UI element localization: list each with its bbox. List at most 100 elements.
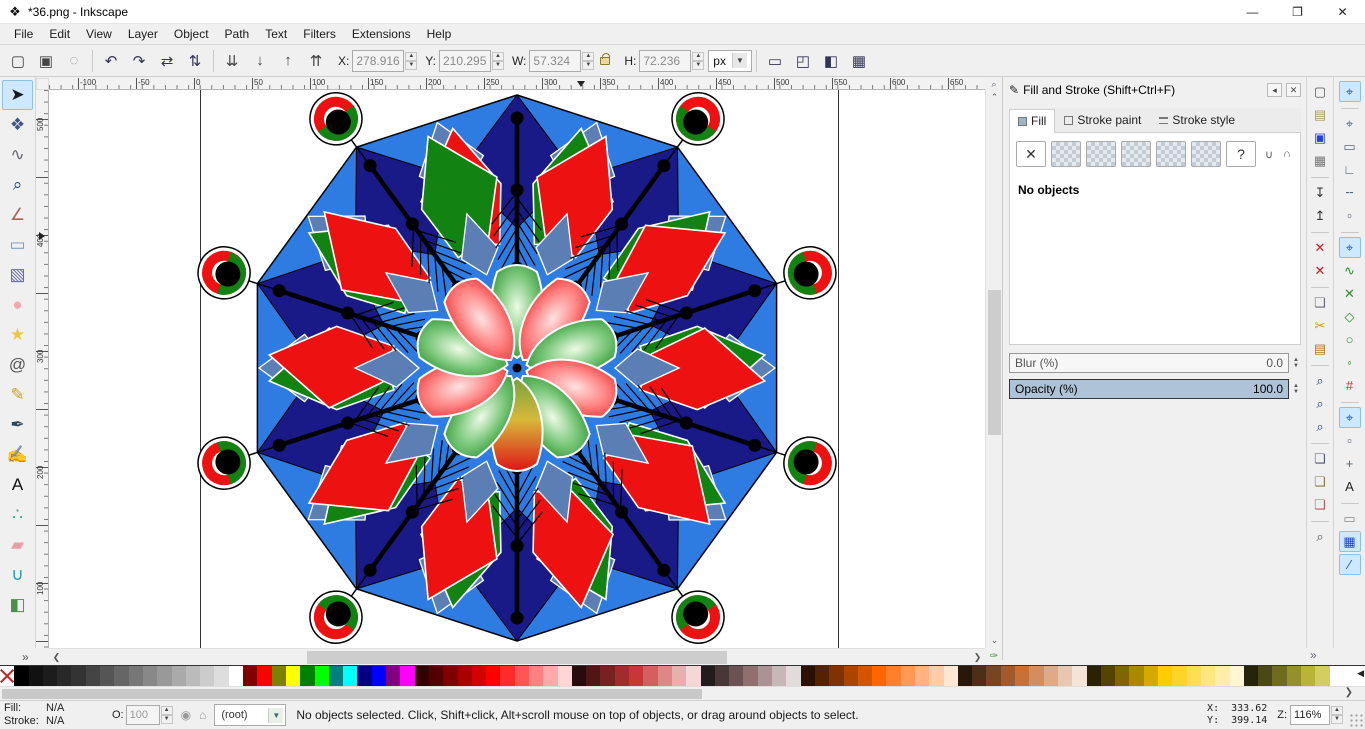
layer-lock-icon[interactable]: ⌂ <box>199 708 206 722</box>
tool-ellipse-button[interactable]: ● <box>2 290 33 320</box>
tool-bezier-pen-button[interactable]: ✒ <box>2 410 33 440</box>
palette-swatch[interactable] <box>157 666 172 686</box>
tool-gradient-button[interactable]: ◧ <box>2 590 33 620</box>
menu-item[interactable]: File <box>6 25 41 43</box>
paint-flat-color[interactable] <box>1051 141 1081 167</box>
menu-item[interactable]: Object <box>166 25 217 43</box>
paint-unknown-paint[interactable]: ? <box>1226 141 1256 167</box>
palette-swatch[interactable] <box>0 666 15 686</box>
vertical-ruler[interactable]: 500 400 300 200 100 <box>36 90 49 648</box>
palette-swatch[interactable] <box>228 666 244 686</box>
vertical-scroll-thumb[interactable] <box>988 290 1001 435</box>
palette-swatch[interactable] <box>800 666 815 686</box>
palette-swatch[interactable] <box>543 666 558 686</box>
horizontal-ruler[interactable]: -100 -50 0 50 100 150 200 250 300 350 400 450 500 550… <box>49 78 985 90</box>
fill-value[interactable]: N/A <box>46 702 98 715</box>
palette-swatch[interactable] <box>1043 666 1058 686</box>
palette-swatch[interactable] <box>1072 666 1087 686</box>
toolbar-flip-vertical[interactable]: ⇅ <box>182 48 208 74</box>
palette-swatch[interactable] <box>829 666 844 686</box>
canvas[interactable] <box>49 90 985 648</box>
snap-button[interactable] <box>1340 402 1359 403</box>
paint-linear-gradient[interactable] <box>1086 141 1116 167</box>
cmd-create-clone[interactable]: ❏ <box>1309 471 1331 492</box>
palette-swatch[interactable] <box>686 666 701 686</box>
palette-swatch[interactable] <box>471 666 487 686</box>
x-field[interactable] <box>352 49 405 72</box>
menu-item[interactable]: Edit <box>41 25 78 43</box>
palette-swatch[interactable] <box>1301 666 1316 686</box>
color-managed-view-icon[interactable]: ✑ <box>986 650 1002 664</box>
palette-swatch[interactable] <box>1115 666 1130 686</box>
tab-stroke-paint[interactable]: Stroke paint <box>1055 108 1150 132</box>
palette-swatch[interactable] <box>1286 666 1302 686</box>
layer-select[interactable]: (root) ▼ <box>214 704 287 726</box>
snap-bbox-centers[interactable]: ▫ <box>1339 205 1361 226</box>
palette-swatch[interactable] <box>857 666 873 686</box>
menu-item[interactable]: Extensions <box>344 25 419 43</box>
palette-swatch[interactable] <box>514 666 529 686</box>
paint-pattern[interactable] <box>1156 141 1186 167</box>
cmd-redo[interactable]: ✕ <box>1309 260 1331 281</box>
palette-swatch[interactable] <box>714 666 730 686</box>
paint-swatch[interactable] <box>1191 141 1221 167</box>
cmd-copy[interactable]: ❏ <box>1309 292 1331 313</box>
cmd-import[interactable]: ↧ <box>1309 182 1331 203</box>
menu-item[interactable]: Filters <box>295 25 344 43</box>
palette-swatch[interactable] <box>185 666 201 686</box>
palette-swatch[interactable] <box>57 666 72 686</box>
palette-swatch[interactable] <box>457 666 472 686</box>
palette-swatch[interactable] <box>586 666 601 686</box>
palette-swatch[interactable] <box>257 666 272 686</box>
palette-swatch[interactable] <box>428 666 444 686</box>
opacity-spinner[interactable]: ▲ ▼ <box>1291 383 1301 395</box>
horizontal-scrollbar[interactable]: ❮ ❯ <box>49 648 985 665</box>
scroll-up-arrow[interactable]: ⌃ <box>986 90 1003 105</box>
tab-stroke-style[interactable]: Stroke style <box>1150 108 1244 132</box>
snap-bbox-edge-midpoints[interactable]: ╌ <box>1339 182 1361 203</box>
h-field[interactable] <box>639 49 692 72</box>
menu-item[interactable]: Layer <box>120 25 166 43</box>
palette-swatch[interactable] <box>1086 666 1101 686</box>
toolbox-overflow-chevron[interactable]: » <box>22 650 29 664</box>
cmd-undo[interactable]: ✕ <box>1309 237 1331 258</box>
snap-bbox-edges[interactable]: ▭ <box>1339 136 1361 157</box>
toolbar-flip-horizontal[interactable]: ⇄ <box>154 48 180 74</box>
y-field-spinner[interactable]: ▲ ▼ <box>491 51 504 70</box>
palette-swatch[interactable] <box>886 666 901 686</box>
palette-swatch[interactable] <box>629 666 644 686</box>
palette-swatch[interactable] <box>100 666 115 686</box>
palette-swatch[interactable] <box>671 666 687 686</box>
paint-no-paint[interactable]: ✕ <box>1016 141 1046 167</box>
palette-swatch[interactable] <box>1258 666 1273 686</box>
dock-close-button[interactable]: ✕ <box>1286 83 1301 97</box>
scroll-right-arrow[interactable]: ❯ <box>970 649 985 666</box>
palette-swatch[interactable] <box>571 666 587 686</box>
tool-spray-button[interactable]: ∴ <box>2 500 33 530</box>
x-field-spinner[interactable]: ▲ ▼ <box>405 51 418 70</box>
palette-swatch[interactable] <box>314 666 329 686</box>
layer-visibility-icon[interactable]: ◉ <box>181 708 191 722</box>
fill-rule-nonzero[interactable]: ∩ <box>1279 146 1295 162</box>
y-field[interactable] <box>438 49 491 72</box>
palette-swatch[interactable] <box>14 666 29 686</box>
palette-swatch[interactable] <box>843 666 858 686</box>
tool-text-button[interactable]: A <box>2 470 33 500</box>
palette-scroll-left-icon[interactable]: ◀ <box>1357 668 1364 679</box>
toolbars-overflow-chevron[interactable]: » <box>1310 648 1317 662</box>
w-field[interactable] <box>529 49 582 72</box>
palette-swatch[interactable] <box>500 666 515 686</box>
snap-enable[interactable]: ⌖ <box>1338 81 1361 102</box>
toolbar-raise-to-top[interactable]: ⇈ <box>303 48 329 74</box>
tool-selector-button[interactable]: ➤ <box>2 80 33 110</box>
cmd-new-document[interactable]: ▢ <box>1309 81 1331 102</box>
palette-swatch[interactable] <box>657 666 672 686</box>
zoom-spinner[interactable]: ▲ ▼ <box>1331 706 1343 724</box>
palette-swatch[interactable] <box>1172 666 1187 686</box>
minimize-button[interactable]: — <box>1230 0 1275 24</box>
snap-text-baseline[interactable]: A <box>1339 476 1361 497</box>
palette-swatch[interactable] <box>1000 666 1016 686</box>
snap-cusp-nodes[interactable]: ◇ <box>1339 306 1361 327</box>
palette-swatch[interactable] <box>328 666 344 686</box>
scroll-left-arrow[interactable]: ❮ <box>49 649 64 666</box>
